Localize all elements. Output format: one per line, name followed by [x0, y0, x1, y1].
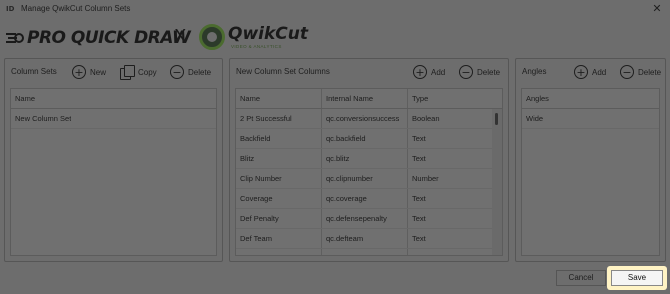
close-icon[interactable]: ✕ [650, 2, 664, 16]
logo-separator: X [174, 26, 187, 47]
table-row[interactable]: Backfield qc.backfield Text [236, 129, 502, 149]
table-row[interactable]: Wide [522, 109, 659, 129]
internal-name-cell: qc.conversionsuccess [326, 114, 400, 123]
delete-label: Delete [638, 67, 662, 77]
table-row[interactable]: Def Penalty qc.defensepenalty Text [236, 209, 502, 229]
angles-grid-header: Angles [522, 89, 659, 109]
logo-banner: PRO QUICK DRAW X QwikCut VIDEO & ANALYTI… [0, 22, 320, 54]
column-name-cell: Coverage [240, 194, 273, 203]
column-name-cell: Def Penalty [240, 214, 279, 223]
column-sets-header: Column Sets + New Copy − Delete [5, 59, 222, 85]
copy-icon [120, 65, 135, 80]
column-header-angles[interactable]: Angles [522, 94, 549, 103]
column-sets-grid-header: Name [11, 89, 216, 109]
table-row[interactable]: Blitz qc.blitz Text [236, 149, 502, 169]
type-cell: Text [412, 234, 426, 243]
plus-icon: + [574, 65, 588, 79]
table-row[interactable]: New Column Set [11, 109, 216, 129]
add-label: Add [431, 67, 446, 77]
table-row[interactable]: Clip Number qc.clipnumber Number [236, 169, 502, 189]
pro-quick-draw-text: PRO QUICK DRAW [27, 28, 191, 48]
window-title: Manage QwikCut Column Sets [21, 4, 131, 13]
add-angle-button[interactable]: + Add [574, 63, 606, 81]
delete-angle-button[interactable]: − Delete [620, 63, 661, 81]
table-row[interactable]: Def. Formation qc.defformation Text [236, 249, 502, 255]
type-cell: Number [412, 174, 439, 183]
column-header-type[interactable]: Type [408, 94, 428, 103]
speed-lines-icon [6, 33, 24, 43]
copy-column-set-button[interactable]: Copy [120, 63, 157, 81]
cancel-button[interactable]: Cancel [556, 270, 606, 286]
internal-name-cell: qc.defformation [322, 254, 378, 255]
columns-grid-header: Name Internal Name Type [236, 89, 502, 109]
qwikcut-logo-icon [199, 24, 225, 50]
pro-quick-draw-logo: PRO QUICK DRAW [6, 28, 191, 48]
column-sets-grid: Name New Column Set [10, 88, 217, 256]
column-name-cell: Def. Formation [236, 254, 290, 255]
angles-header: Angles + Add − Delete [516, 59, 665, 85]
copy-label: Copy [138, 67, 157, 77]
column-name-cell: Blitz [240, 154, 255, 163]
add-label: Add [592, 67, 607, 77]
type-cell: Text [412, 214, 426, 223]
delete-column-button[interactable]: − Delete [459, 63, 500, 81]
delete-label: Delete [188, 67, 212, 77]
angle-name-cell: Wide [526, 114, 544, 123]
qwikcut-logo-text: QwikCut [228, 24, 308, 44]
title-bar: ID Manage QwikCut Column Sets ✕ [0, 0, 670, 20]
internal-name-cell: qc.defensepenalty [326, 214, 387, 223]
save-button[interactable]: Save [611, 270, 663, 286]
internal-name-cell: qc.coverage [326, 194, 367, 203]
column-name-cell: Backfield [240, 134, 271, 143]
column-sets-title: Column Sets [11, 67, 57, 76]
add-column-button[interactable]: + Add [413, 63, 445, 81]
plus-icon: + [413, 65, 427, 79]
save-highlight: Save [607, 266, 667, 290]
qwikcut-logo-subtitle: VIDEO & ANALYTICS [231, 44, 282, 49]
columns-scrollbar[interactable] [492, 109, 502, 255]
delete-column-set-button[interactable]: − Delete [170, 63, 211, 81]
column-name-cell: 2 Pt Successful [240, 114, 292, 123]
type-cell: Text [412, 194, 426, 203]
minus-icon: − [620, 65, 634, 79]
type-cell: Text [412, 154, 426, 163]
column-header-name[interactable]: Name [236, 94, 260, 103]
internal-name-cell: qc.blitz [326, 154, 350, 163]
internal-name-cell: qc.backfield [326, 134, 366, 143]
new-column-set-button[interactable]: + New [72, 63, 106, 81]
column-set-columns-grid: Name Internal Name Type 2 Pt Successful q… [235, 88, 503, 256]
type-cell: Text [412, 134, 426, 143]
table-row[interactable]: 2 Pt Successful qc.conversionsuccess Boole… [236, 109, 502, 129]
angles-title: Angles [522, 67, 547, 76]
table-row[interactable]: Def Team qc.defteam Text [236, 229, 502, 249]
internal-name-cell: qc.defteam [326, 234, 364, 243]
manage-column-sets-dialog: ID Manage QwikCut Column Sets ✕ PRO QUIC… [0, 0, 670, 294]
app-icon: ID [6, 5, 15, 13]
column-set-name-cell: New Column Set [15, 114, 72, 123]
column-header-name[interactable]: Name [11, 94, 35, 103]
new-label: New [90, 67, 107, 77]
type-cell: Boolean [412, 114, 440, 123]
column-set-columns-title: New Column Set Columns [236, 67, 330, 76]
angles-panel: Angles + Add − Delete Angles Wide [515, 58, 666, 262]
minus-icon: − [170, 65, 184, 79]
column-set-columns-panel: New Column Set Columns + Add − Delete Na… [229, 58, 509, 262]
angles-grid: Angles Wide [521, 88, 660, 256]
column-set-columns-header: New Column Set Columns + Add − Delete [230, 59, 508, 85]
type-cell: Text [408, 254, 426, 255]
column-header-internal-name[interactable]: Internal Name [322, 94, 373, 103]
plus-icon: + [72, 65, 86, 79]
columns-rows: 2 Pt Successful qc.conversionsuccess Boole… [236, 109, 502, 255]
table-row[interactable]: Coverage qc.coverage Text [236, 189, 502, 209]
minus-icon: − [459, 65, 473, 79]
scrollbar-thumb[interactable] [495, 113, 498, 125]
column-name-cell: Def Team [240, 234, 272, 243]
column-name-cell: Clip Number [240, 174, 282, 183]
delete-label: Delete [477, 67, 501, 77]
column-sets-panel: Column Sets + New Copy − Delete Name New… [4, 58, 223, 262]
internal-name-cell: qc.clipnumber [326, 174, 373, 183]
